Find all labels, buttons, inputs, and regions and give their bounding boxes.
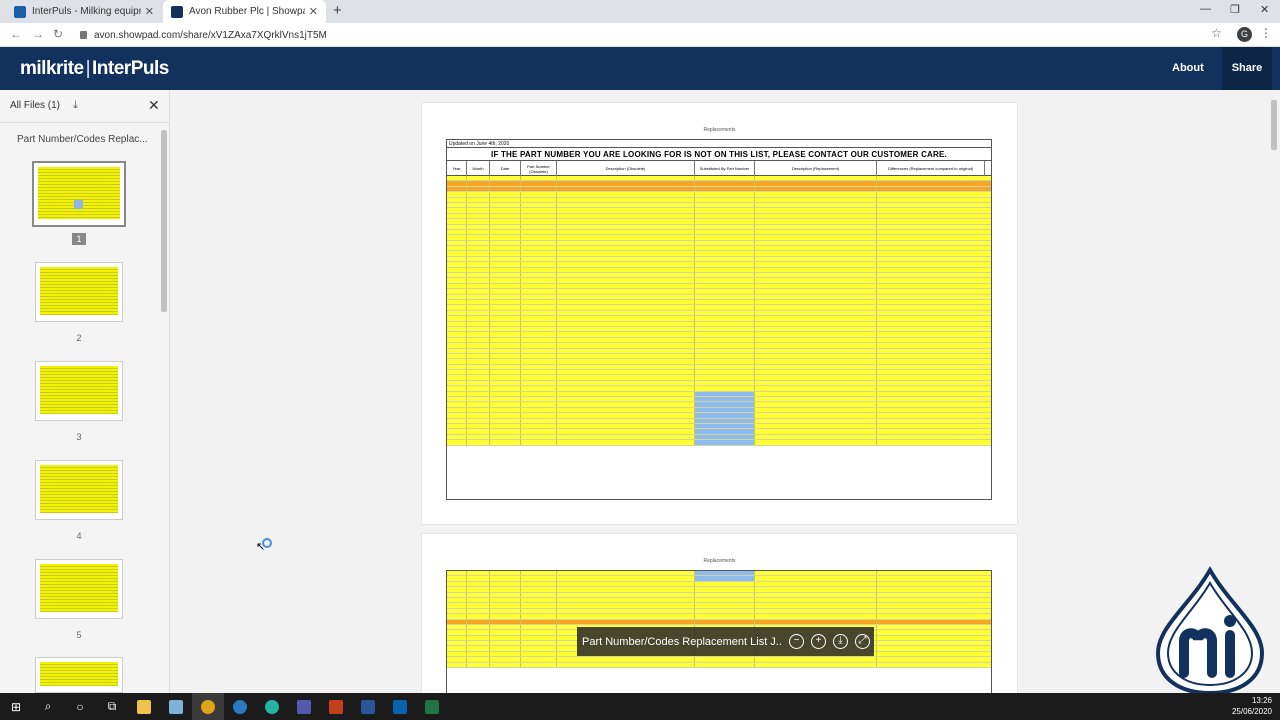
table-header: Year Month Date Part Number (Obsolete) D… — [447, 161, 991, 176]
new-tab-icon[interactable]: + — [333, 2, 342, 19]
table-row — [447, 662, 991, 669]
updated-date: Updated on June 4th, 2020 — [447, 140, 991, 148]
word-icon[interactable] — [352, 693, 384, 720]
page-thumbnail-2[interactable] — [35, 262, 123, 322]
minimize-icon[interactable]: — — [1200, 3, 1211, 15]
toolbar-title: Part Number/Codes Replacement List J... — [582, 635, 782, 648]
tab-title: Avon Rubber Plc | Showpad — [189, 6, 305, 17]
col-part-obsolete: Part Number (Obsolete) — [521, 161, 557, 176]
logo-left-text: milkrite — [20, 58, 84, 79]
browser-tab-bar: InterPuls - Milking equipment co ✕ Avon … — [0, 0, 1280, 23]
about-link[interactable]: About — [1172, 62, 1204, 74]
col-date: Date — [490, 161, 521, 176]
close-sidebar-icon[interactable]: ✕ — [148, 97, 160, 114]
address-bar: ← → ↻ avon.showpad.com/share/xV1ZAxa7XQr… — [0, 23, 1280, 47]
maximize-icon[interactable]: ❐ — [1230, 3, 1240, 16]
page-thumbnail-1[interactable] — [32, 161, 126, 227]
zoom-toolbar: Part Number/Codes Replacement List J... … — [577, 627, 874, 656]
app-icon[interactable] — [256, 693, 288, 720]
url-field[interactable]: avon.showpad.com/share/xV1ZAxa7XQrklVns1… — [80, 26, 1200, 44]
cortana-icon[interactable]: ○ — [64, 693, 96, 720]
tab-close-icon[interactable]: ✕ — [309, 5, 318, 18]
sidebar-scrollbar[interactable] — [161, 130, 167, 670]
powerpoint-icon[interactable] — [320, 693, 352, 720]
share-button[interactable]: Share — [1222, 47, 1272, 90]
all-files-heading: All Files (1) — [10, 100, 61, 111]
col-month: Month — [467, 161, 490, 176]
milkrite-interpuls-drop-logo — [1155, 565, 1265, 695]
clock-date: 25/06/2020 — [1231, 707, 1272, 716]
page-number-4: 4 — [76, 531, 82, 541]
replacement-table: Updated on June 4th, 2020 IF THE PART NU… — [446, 139, 992, 500]
page-caption: Replacements — [703, 127, 736, 133]
page-thumbnail-5[interactable] — [35, 559, 123, 619]
forward-icon[interactable]: → — [32, 27, 44, 41]
divider — [0, 122, 170, 123]
browser-tab-interpuls[interactable]: InterPuls - Milking equipment co ✕ — [6, 0, 162, 23]
col-differences: Differences (Replacement compared to ori… — [877, 161, 985, 176]
windows-taskbar: ⊞ ⌕ ○ ⧉ 13:26 25/06/2020 — [0, 693, 1280, 720]
logo-right-text: InterPuls — [92, 58, 169, 79]
task-view-icon[interactable]: ⧉ — [96, 693, 128, 720]
file-sidebar: All Files (1) ⤓ ✕ Part Number/Codes Repl… — [0, 90, 170, 693]
page-number-5: 5 — [76, 630, 82, 640]
zoom-in-icon[interactable]: + — [811, 634, 826, 649]
page-number-1: 1 — [72, 233, 86, 245]
url-text: avon.showpad.com/share/xV1ZAxa7XQrklVns1… — [94, 29, 327, 41]
start-icon[interactable]: ⊞ — [0, 693, 32, 720]
brand-logo[interactable]: milkrite | InterPuls — [20, 58, 169, 80]
page-number-3: 3 — [76, 432, 82, 442]
edge-icon[interactable] — [224, 693, 256, 720]
download-icon[interactable]: ⤓ — [833, 634, 848, 649]
contact-banner: IF THE PART NUMBER YOU ARE LOOKING FOR I… — [447, 148, 991, 161]
col-substituted: Substituted By Part Number — [695, 161, 755, 176]
teams-icon[interactable] — [288, 693, 320, 720]
clock-time: 13:26 — [1251, 696, 1272, 705]
page-caption: Replacements — [703, 558, 736, 564]
fullscreen-icon[interactable]: ⤢ — [855, 634, 870, 649]
page-thumbnail-6[interactable] — [35, 657, 123, 693]
reload-icon[interactable]: ↻ — [53, 27, 63, 41]
page-number-2: 2 — [76, 333, 82, 343]
document-page-1: Replacements Updated on June 4th, 2020 I… — [421, 102, 1018, 525]
back-icon[interactable]: ← — [10, 27, 22, 41]
chrome-icon[interactable] — [192, 693, 224, 720]
system-clock: 13:26 25/06/2020 — [1232, 695, 1272, 717]
browser-menu-icon[interactable]: ⋮ — [1260, 26, 1272, 40]
page-thumbnail-3[interactable] — [35, 361, 123, 421]
logo-separator: | — [85, 58, 91, 79]
search-icon[interactable]: ⌕ — [32, 693, 64, 720]
app-header: milkrite | InterPuls About Share — [0, 47, 1280, 90]
document-page-2: Replacements — [421, 533, 1018, 704]
col-desc-replacement: Description (Replacement) — [755, 161, 877, 176]
tab-title: InterPuls - Milking equipment co — [32, 6, 141, 17]
window-close-icon[interactable]: ✕ — [1260, 3, 1269, 16]
bookmark-star-icon[interactable]: ☆ — [1211, 26, 1222, 40]
document-title: Part Number/Codes Replac... — [17, 134, 148, 145]
table-row — [447, 440, 991, 446]
interpuls-favicon-icon — [14, 5, 26, 18]
download-icon[interactable]: ⤓ — [73, 99, 78, 112]
table-rows — [447, 176, 991, 446]
profile-avatar[interactable]: G — [1237, 27, 1252, 42]
zoom-out-icon[interactable]: − — [789, 634, 804, 649]
document-viewer: Replacements Updated on June 4th, 2020 I… — [171, 90, 1280, 704]
col-year: Year — [447, 161, 467, 176]
lock-icon — [80, 31, 87, 39]
col-desc-obsolete: Description (Obsolete) — [557, 161, 695, 176]
outlook-icon[interactable] — [384, 693, 416, 720]
viewer-scrollbar[interactable] — [1270, 100, 1278, 670]
file-explorer-icon[interactable] — [128, 693, 160, 720]
tab-close-icon[interactable]: ✕ — [145, 5, 154, 18]
loading-spinner-icon — [262, 538, 272, 548]
excel-icon[interactable] — [416, 693, 448, 720]
app-icon[interactable] — [160, 693, 192, 720]
browser-tab-showpad[interactable]: Avon Rubber Plc | Showpad ✕ — [163, 0, 326, 23]
showpad-favicon-icon — [171, 5, 183, 18]
page-thumbnail-4[interactable] — [35, 460, 123, 520]
